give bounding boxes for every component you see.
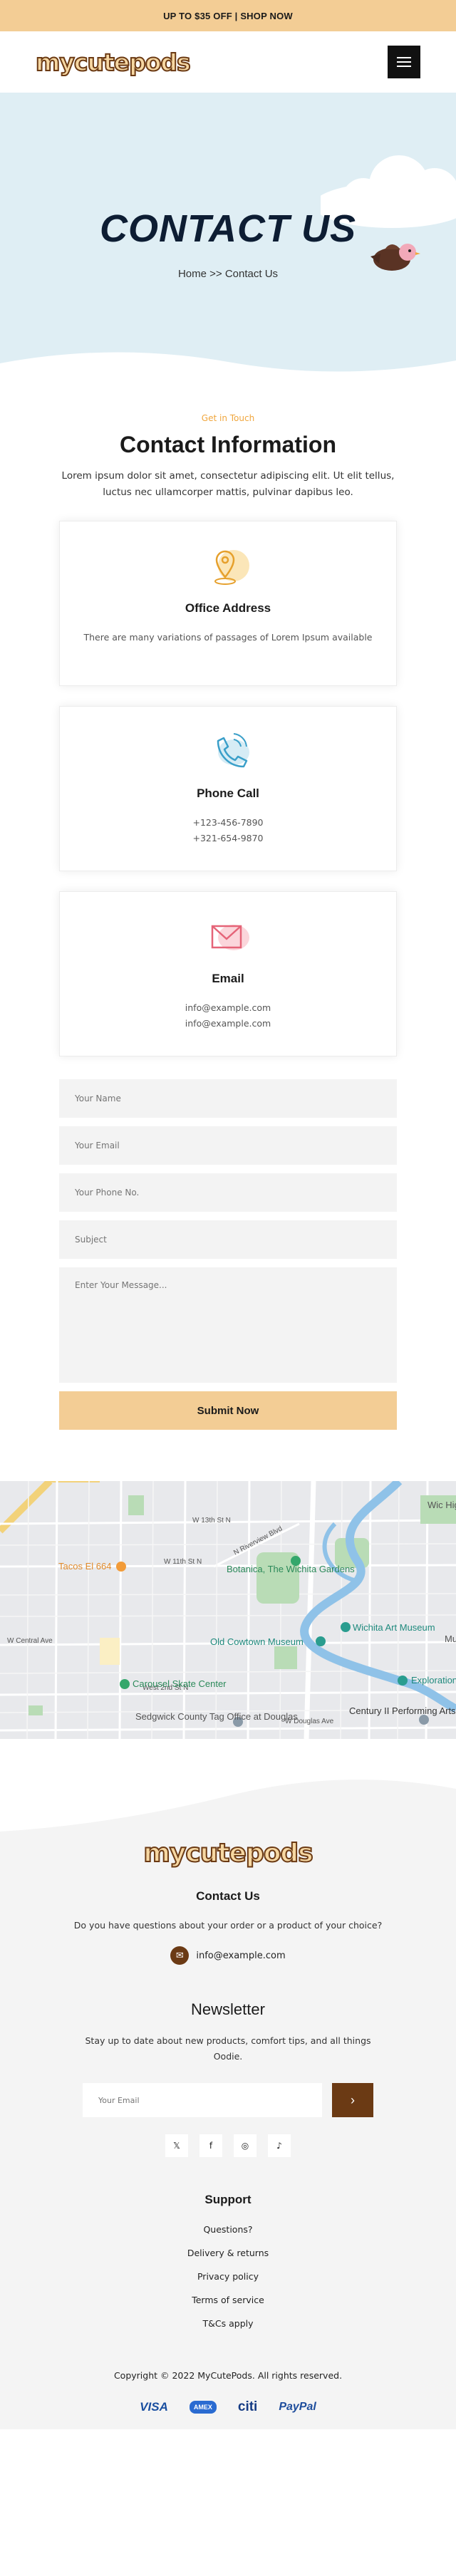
hero-wave bbox=[0, 352, 456, 392]
support-links: Questions? Delivery & returns Privacy po… bbox=[0, 2224, 456, 2342]
paypal-icon: PayPal bbox=[279, 2401, 316, 2413]
newsletter-text: Stay up to date about new products, comf… bbox=[85, 2035, 371, 2062]
copyright: Copyright © 2022 MyCutePods. All rights … bbox=[113, 2370, 343, 2381]
support-link-delivery[interactable]: Delivery & returns bbox=[0, 2248, 456, 2271]
support-link-questions[interactable]: Questions? bbox=[0, 2224, 456, 2248]
map-label: Wichita Art Museum bbox=[353, 1622, 435, 1633]
menu-toggle-button[interactable] bbox=[388, 46, 420, 78]
email-address[interactable]: info@example.com bbox=[60, 1016, 396, 1032]
phone-number[interactable]: +321-654-9870 bbox=[60, 831, 396, 846]
instagram-icon[interactable]: ◎ bbox=[234, 2134, 256, 2157]
footer-email[interactable]: ✉ info@example.com bbox=[0, 1946, 456, 1965]
card-title: Phone Call bbox=[197, 786, 259, 800]
breadcrumb[interactable]: Home >> Contact Us bbox=[0, 268, 456, 280]
tiktok-icon[interactable]: ♪ bbox=[268, 2134, 291, 2157]
support-link-privacy[interactable]: Privacy policy bbox=[0, 2271, 456, 2295]
support-link-terms[interactable]: Terms of service bbox=[0, 2295, 456, 2318]
phone-input[interactable] bbox=[59, 1173, 397, 1212]
visa-icon: VISA bbox=[140, 2400, 168, 2414]
newsletter-submit-button[interactable]: › bbox=[332, 2083, 373, 2117]
social-links: 𝕏 f ◎ ♪ bbox=[0, 2134, 456, 2157]
envelope-icon bbox=[211, 925, 249, 950]
subject-input[interactable] bbox=[59, 1220, 397, 1259]
hamburger-icon bbox=[397, 57, 411, 58]
map-label: Botanica, The Wichita Gardens bbox=[227, 1564, 355, 1574]
map-label: Sedgwick County Tag Office at Douglas bbox=[135, 1711, 298, 1722]
footer-logo[interactable]: mycutepods bbox=[0, 1838, 456, 1869]
contact-form: Submit Now bbox=[59, 1079, 397, 1430]
map-label: Wic Hig bbox=[428, 1500, 456, 1510]
amex-icon: AMEX bbox=[189, 2401, 217, 2414]
location-pin-icon bbox=[214, 550, 249, 585]
payment-methods: VISA AMEX citi PayPal bbox=[0, 2399, 456, 2415]
card-text: +123-456-7890 +321-654-9870 bbox=[60, 815, 396, 846]
citi-icon: citi bbox=[237, 2399, 258, 2414]
site-logo[interactable]: mycutepods bbox=[35, 48, 192, 77]
contact-section: Get in Touch Contact Information Lorem i… bbox=[0, 413, 456, 1430]
footer-wave bbox=[0, 1739, 456, 1853]
footer-email-text[interactable]: info@example.com bbox=[196, 1951, 285, 1961]
email-card: Email info@example.com info@example.com bbox=[59, 891, 397, 1056]
promo-text[interactable]: UP TO $35 OFF | SHOP NOW bbox=[163, 11, 293, 21]
map-label: Old Cowtown Museum bbox=[210, 1636, 304, 1647]
location-map[interactable]: W 13th St N W 11th St N N Riverview Blvd… bbox=[0, 1481, 456, 1739]
mail-icon: ✉ bbox=[170, 1946, 190, 1965]
map-label: W 11th St N bbox=[164, 1558, 202, 1566]
map-label: Mu bbox=[445, 1634, 456, 1644]
card-title: Office Address bbox=[185, 601, 271, 615]
promo-bar[interactable]: UP TO $35 OFF | SHOP NOW bbox=[0, 0, 456, 31]
map-label: Exploration bbox=[411, 1675, 456, 1686]
email-address[interactable]: info@example.com bbox=[60, 1000, 396, 1016]
map-label: W 13th St N bbox=[192, 1517, 231, 1525]
map-label: W Central Ave bbox=[7, 1637, 53, 1645]
map-canvas[interactable]: W 13th St N W 11th St N N Riverview Blvd… bbox=[0, 1481, 456, 1739]
page-title: CONTACT US bbox=[100, 207, 356, 250]
site-header: mycutepods bbox=[0, 31, 456, 93]
message-textarea[interactable] bbox=[59, 1267, 397, 1383]
section-title: Contact Information bbox=[120, 432, 336, 457]
map-label: Carousel Skate Center bbox=[133, 1678, 227, 1689]
office-address-card: Office Address There are many variations… bbox=[59, 521, 397, 686]
support-link-tcs[interactable]: T&Cs apply bbox=[0, 2318, 456, 2342]
facebook-icon[interactable]: f bbox=[200, 2134, 222, 2157]
footer-contact-text: Do you have questions about your order o… bbox=[73, 1920, 383, 1931]
section-description: Lorem ipsum dolor sit amet, consectetur … bbox=[61, 470, 395, 498]
card-text: There are many variations of passages of… bbox=[83, 632, 373, 643]
hero-banner: CONTACT US Home >> Contact Us bbox=[0, 93, 456, 392]
map-label: Century II Performing Arts Center bbox=[349, 1705, 456, 1716]
newsletter-email-input[interactable] bbox=[83, 2083, 322, 2117]
phone-icon bbox=[217, 733, 249, 768]
phone-call-card: Phone Call +123-456-7890 +321-654-9870 bbox=[59, 706, 397, 871]
map-label: Tacos El 664 bbox=[58, 1561, 111, 1572]
name-input[interactable] bbox=[59, 1079, 397, 1118]
section-eyebrow: Get in Touch bbox=[201, 413, 255, 423]
card-title: Email bbox=[212, 972, 244, 985]
submit-button[interactable]: Submit Now bbox=[59, 1391, 397, 1430]
newsletter-title: Newsletter bbox=[191, 2000, 265, 2018]
twitter-icon[interactable]: 𝕏 bbox=[165, 2134, 188, 2157]
chevron-right-icon: › bbox=[351, 2092, 355, 2107]
card-text: info@example.com info@example.com bbox=[60, 1000, 396, 1032]
support-title: Support bbox=[204, 2193, 252, 2206]
site-footer: mycutepods Contact Us Do you have questi… bbox=[0, 1739, 456, 2429]
email-input[interactable] bbox=[59, 1126, 397, 1165]
footer-contact-title: Contact Us bbox=[196, 1889, 260, 1903]
newsletter-form: › bbox=[0, 2083, 456, 2117]
phone-number[interactable]: +123-456-7890 bbox=[60, 815, 396, 831]
